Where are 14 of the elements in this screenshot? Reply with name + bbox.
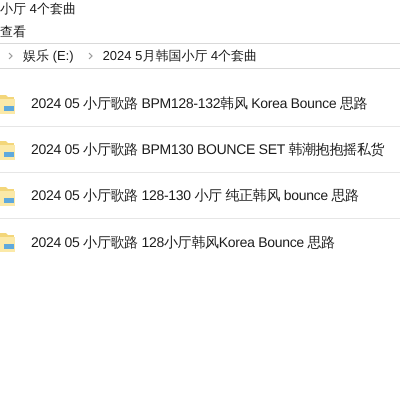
file-name[interactable]: 2024 05 小厅歌路 128-130 小厅 纯正韩风 bounce 思路 [31, 185, 359, 206]
file-name[interactable]: 2024 05 小厅歌路 128小厅韩风Korea Bounce 思路 [31, 232, 335, 252]
folder-icon [0, 92, 16, 114]
folder-icon [0, 184, 16, 206]
folder-icon [0, 138, 16, 160]
file-name[interactable]: 2024 05 小厅歌路 BPM130 BOUNCE SET 韩潮抱抱摇私货 [31, 139, 384, 160]
file-name[interactable]: 2024 05 小厅歌路 BPM128-132韩风 Korea Bounce 思路 [31, 93, 368, 114]
chevron-icon [88, 52, 93, 60]
breadcrumb[interactable]: 娱乐 (E:) [21, 46, 76, 66]
folder-icon [0, 231, 16, 253]
menu-item[interactable]: 查看 [0, 24, 26, 40]
breadcrumb[interactable]: 2024 5月韩国小厅 4个套曲 [100, 46, 260, 66]
window-title: 小厅 4个套曲 [0, 0, 76, 18]
chevron-icon [8, 52, 13, 60]
